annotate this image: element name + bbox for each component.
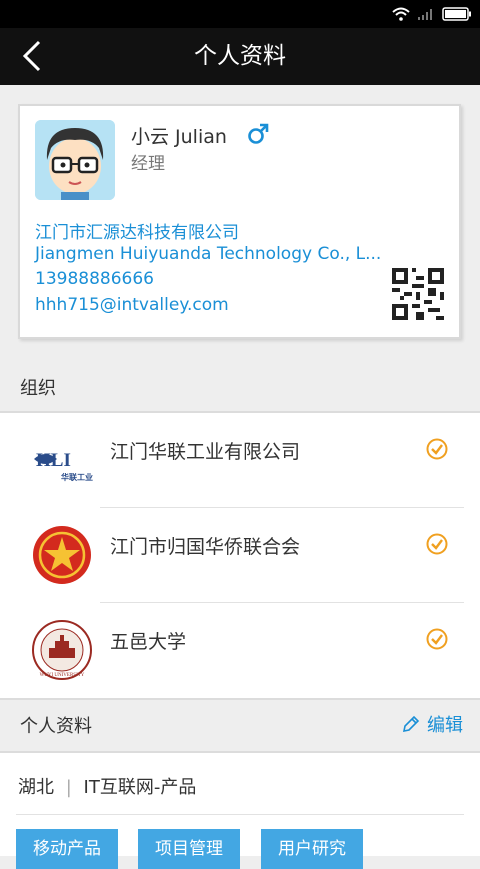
organizations-label: 组织 (20, 378, 56, 399)
avatar (35, 120, 115, 200)
organization-item[interactable]: HLI 华联工业 江门华联工业有限公司 (0, 413, 480, 507)
org-logo-university: WUYI UNIVERSITY (31, 619, 93, 681)
skill-tag[interactable]: 项目管理 (138, 829, 240, 869)
divider (16, 814, 464, 815)
org-name: 江门华联工业有限公司 (110, 441, 301, 463)
email-address[interactable]: hhh715@intvalley.com (35, 295, 229, 315)
qr-code-icon[interactable] (392, 268, 444, 320)
user-name: 小云 Julian (131, 126, 227, 148)
skill-tag[interactable]: 移动产品 (16, 829, 118, 869)
status-bar (0, 0, 480, 28)
phone-number[interactable]: 13988886666 (35, 269, 154, 289)
wifi-icon (392, 7, 410, 21)
company-name-cn: 江门市汇源达科技有限公司 (35, 223, 239, 243)
edit-button[interactable]: 编辑 (401, 711, 463, 737)
check-circle-icon (426, 438, 448, 460)
org-logo-hli: HLI 华联工业 (31, 429, 93, 491)
org-name: 江门市归国华侨联合会 (110, 536, 301, 558)
check-circle-icon (426, 628, 448, 650)
svg-text:华联工业: 华联工业 (61, 472, 93, 482)
profile-label: 个人资料 (20, 716, 92, 737)
profile-details: 湖北 | IT互联网-产品 移动产品 项目管理 用户研究 (0, 751, 480, 869)
region-text: 湖北 (18, 777, 54, 798)
male-icon (246, 122, 270, 150)
check-circle-icon (426, 533, 448, 555)
region-industry: 湖北 | IT互联网-产品 (18, 773, 196, 799)
edit-label: 编辑 (427, 715, 463, 736)
organization-item[interactable]: WUYI UNIVERSITY 五邑大学 (0, 603, 480, 697)
business-card[interactable]: 小云 Julian 经理 江门市汇源达科技有限公司 Jiangmen Huiyu… (18, 104, 461, 339)
svg-text:HLI: HLI (36, 450, 71, 471)
signal-icon (418, 9, 432, 20)
organization-list: HLI 华联工业 江门华联工业有限公司 江门市归国华侨联合会 WUYI UNIV… (0, 411, 480, 700)
org-name: 五邑大学 (110, 631, 187, 653)
battery-icon (442, 7, 471, 21)
job-title: 经理 (131, 154, 165, 174)
company-name-en: Jiangmen Huiyuanda Technology Co., L... (35, 244, 382, 264)
skill-tag[interactable]: 用户研究 (261, 829, 363, 869)
org-logo-emblem (31, 524, 93, 586)
organization-item[interactable]: 江门市归国华侨联合会 (0, 508, 480, 602)
svg-text:WUYI UNIVERSITY: WUYI UNIVERSITY (40, 673, 85, 678)
app-header: 个人资料 (0, 28, 480, 85)
page-title: 个人资料 (194, 43, 286, 69)
separator: | (65, 777, 72, 798)
profile-section-header: 个人资料 编辑 (0, 697, 480, 751)
pencil-icon (402, 715, 420, 733)
industry-text: IT互联网-产品 (83, 777, 197, 798)
